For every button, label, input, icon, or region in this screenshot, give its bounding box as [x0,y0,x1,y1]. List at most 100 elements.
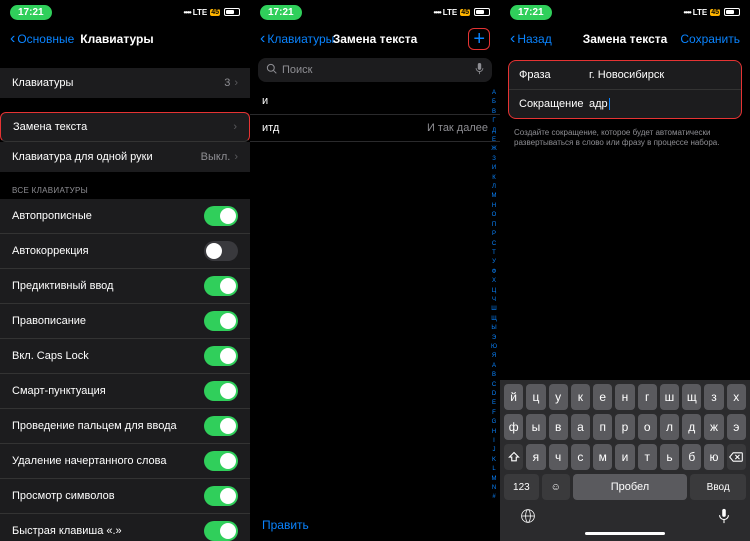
index-letter[interactable]: Щ [491,316,497,322]
mic-icon[interactable] [475,63,484,78]
cell-text-replacement[interactable]: Замена текста › [0,112,250,142]
letter-key[interactable]: э [727,414,746,440]
switch-toggle[interactable] [204,486,238,506]
index-letter[interactable]: В [492,109,496,115]
index-letter[interactable]: Т [492,250,496,256]
cell-switch[interactable]: Быстрая клавиша «.» [0,514,250,541]
cell-one-hand-keyboard[interactable]: Клавиатура для одной руки Выкл.› [0,142,250,172]
letter-key[interactable]: я [526,444,545,470]
cell-switch[interactable]: Смарт-пунктуация [0,374,250,409]
space-key[interactable]: Пробел [573,474,688,500]
index-letter[interactable]: Ц [492,288,496,294]
index-letter[interactable]: G [492,419,497,425]
shortcut-field[interactable]: Сокращение адр [509,90,741,118]
index-letter[interactable]: N [492,485,496,491]
numbers-key[interactable]: 123 [504,474,539,500]
letter-key[interactable]: ц [526,384,545,410]
index-letter[interactable]: K [492,457,496,463]
index-letter[interactable]: З [492,156,496,162]
backspace-key[interactable] [727,444,746,470]
switch-toggle[interactable] [204,241,238,261]
index-letter[interactable]: Б [492,99,496,105]
cell-switch[interactable]: Автопрописные [0,199,250,234]
letter-key[interactable]: с [571,444,590,470]
index-letter[interactable]: M [492,476,497,482]
letter-key[interactable]: р [615,414,634,440]
back-button[interactable]: ‹Основные [10,31,74,47]
letter-key[interactable]: т [638,444,657,470]
list-item[interactable]: итд И так далее [250,115,500,142]
index-letter[interactable]: Ы [491,325,496,331]
index-letter[interactable]: Ф [492,269,497,275]
index-letter[interactable]: Г [492,118,495,124]
back-button[interactable]: ‹Клавиатуры [260,31,334,47]
index-letter[interactable]: Д [492,128,496,134]
letter-key[interactable]: щ [682,384,701,410]
letter-key[interactable]: ш [660,384,679,410]
index-letter[interactable]: Л [492,184,496,190]
add-button[interactable]: + [468,28,490,50]
letter-key[interactable]: з [704,384,723,410]
index-letter[interactable]: У [492,259,496,265]
letter-key[interactable]: ю [704,444,723,470]
index-letter[interactable]: B [492,372,496,378]
cell-switch[interactable]: Проведение пальцем для ввода [0,409,250,444]
switch-toggle[interactable] [204,381,238,401]
index-letter[interactable]: F [492,410,496,416]
list-content[interactable]: и итд И так далее [250,88,500,541]
time-pill[interactable]: 17:21 [510,5,552,20]
index-letter[interactable]: Е [492,137,496,143]
switch-toggle[interactable] [204,276,238,296]
letter-key[interactable]: е [593,384,612,410]
letter-key[interactable]: ч [549,444,568,470]
phrase-field[interactable]: Фраза г. Новосибирск [509,61,741,90]
letter-key[interactable]: м [593,444,612,470]
index-letter[interactable]: А [492,90,496,96]
index-letter[interactable]: С [492,241,496,247]
shift-key[interactable] [504,444,523,470]
letter-key[interactable]: н [615,384,634,410]
index-letter[interactable]: A [492,363,496,369]
letter-key[interactable]: х [727,384,746,410]
index-strip[interactable]: АБВГДЕЖЗИКЛМНОПРСТУФХЦЧШЩЫЭЮЯABCDEFGHIJK… [489,90,499,501]
letter-key[interactable]: л [660,414,679,440]
letter-key[interactable]: д [682,414,701,440]
letter-key[interactable]: к [571,384,590,410]
save-button[interactable]: Сохранить [680,32,740,46]
index-letter[interactable]: Ю [491,344,497,350]
index-letter[interactable]: И [492,165,496,171]
letter-key[interactable]: ж [704,414,723,440]
index-letter[interactable]: Э [492,335,496,341]
index-letter[interactable]: К [492,175,496,181]
letter-key[interactable]: у [549,384,568,410]
letter-key[interactable]: б [682,444,701,470]
switch-toggle[interactable] [204,521,238,541]
index-letter[interactable]: Ж [491,146,497,152]
index-letter[interactable]: L [492,466,495,472]
letter-key[interactable]: и [615,444,634,470]
letter-key[interactable]: ь [660,444,679,470]
search-bar[interactable]: Поиск [258,58,492,82]
index-letter[interactable]: Р [492,231,496,237]
cell-switch[interactable]: Автокоррекция [0,234,250,269]
letter-key[interactable]: а [571,414,590,440]
cell-switch[interactable]: Удаление начертанного слова [0,444,250,479]
home-indicator[interactable] [585,532,665,535]
index-letter[interactable]: E [492,400,496,406]
index-letter[interactable]: J [493,447,496,453]
index-letter[interactable]: Ш [491,306,497,312]
index-letter[interactable]: О [492,212,497,218]
letter-key[interactable]: ф [504,414,523,440]
index-letter[interactable]: # [492,494,495,500]
cell-keyboards[interactable]: Клавиатуры 3› [0,68,250,98]
cell-switch[interactable]: Предиктивный ввод [0,269,250,304]
switch-toggle[interactable] [204,311,238,331]
switch-toggle[interactable] [204,451,238,471]
edit-button[interactable]: Править [262,518,309,532]
enter-key[interactable]: Ввод [690,474,746,500]
globe-icon[interactable] [520,508,536,529]
index-letter[interactable]: I [493,438,495,444]
index-letter[interactable]: Х [492,278,496,284]
letter-key[interactable]: ы [526,414,545,440]
mic-icon[interactable] [718,508,730,529]
